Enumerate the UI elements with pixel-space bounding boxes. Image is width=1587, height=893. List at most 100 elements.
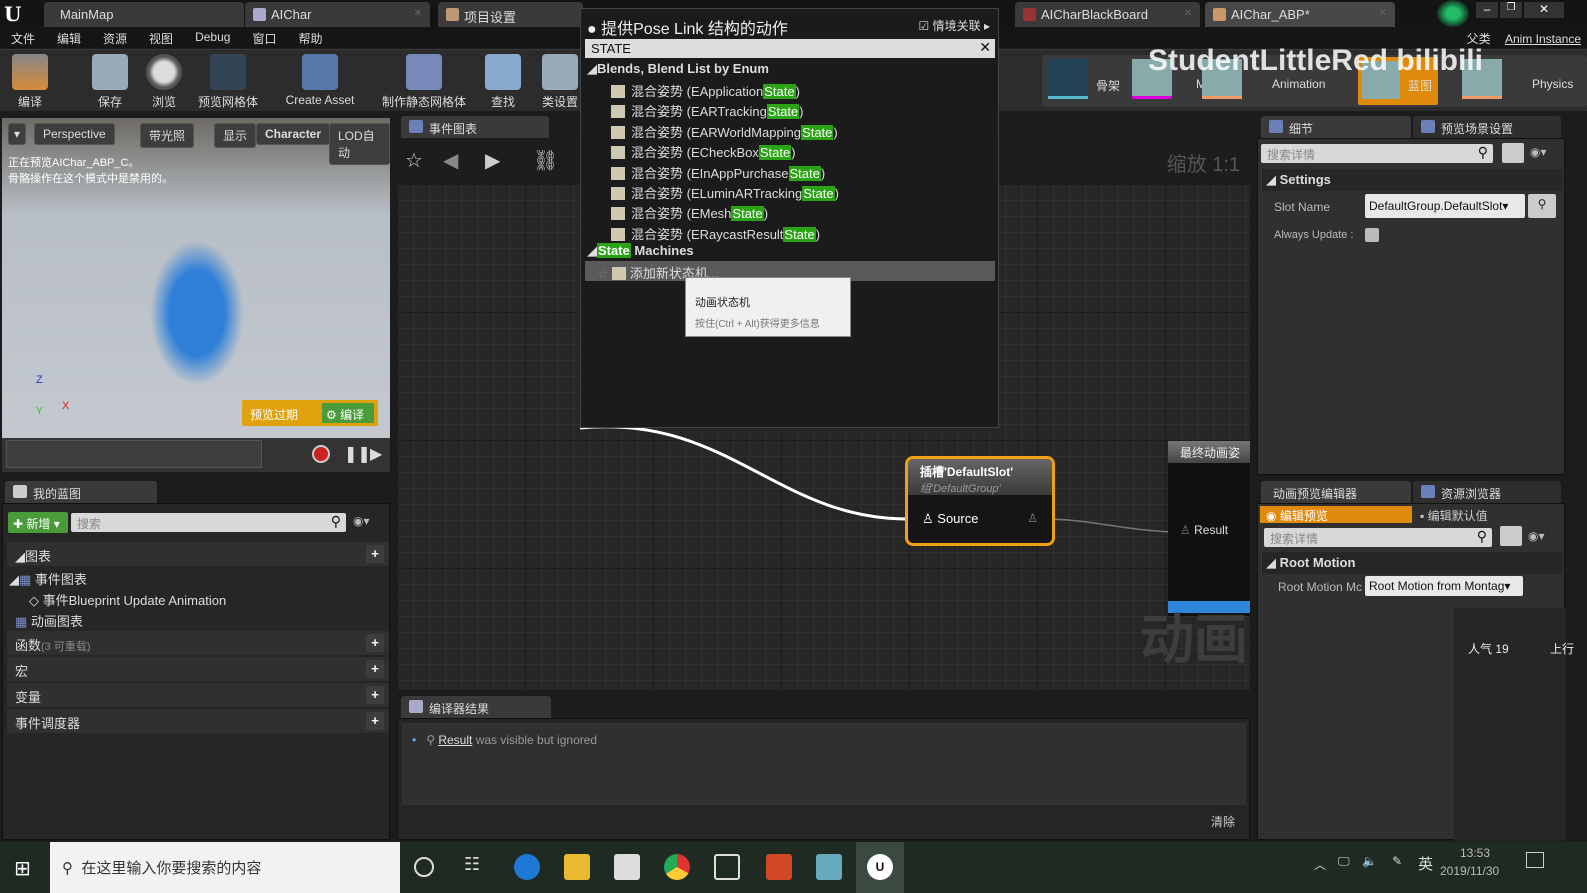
action-item[interactable]: 混合姿势 (ECheckBoxState) <box>611 142 796 162</box>
viewport-compile-button[interactable]: ⚙ 编译 <box>322 403 374 423</box>
powerpoint-icon[interactable] <box>766 854 792 880</box>
start-button[interactable]: ⊞ <box>14 856 31 881</box>
app-icon[interactable] <box>816 854 842 880</box>
my-blueprint-search-input[interactable]: 搜索 <box>71 513 346 532</box>
menu-debug[interactable]: Debug <box>184 27 241 48</box>
menu-asset[interactable]: 资源 <box>92 27 138 48</box>
notifications-icon[interactable] <box>1526 852 1544 868</box>
timeline[interactable] <box>6 440 262 468</box>
forward-arrow-icon[interactable]: ▶ <box>485 148 500 173</box>
section-functions[interactable]: 函数(3 可重载) + <box>7 631 389 655</box>
tree-event-graph[interactable]: ◢▦ 事件图表 <box>9 569 87 588</box>
always-update-checkbox[interactable] <box>1365 228 1379 242</box>
parent-class-link[interactable]: Anim Instance <box>1505 32 1581 46</box>
section-dispatchers[interactable]: 事件调度器 + <box>7 709 389 733</box>
action-item[interactable]: 混合姿势 (ELuminARTrackingState) <box>611 183 839 203</box>
perspective-button[interactable]: Perspective <box>34 123 115 145</box>
root-motion-section[interactable]: ◢ Root Motion <box>1262 552 1562 574</box>
tab-aichar[interactable]: AIChar ✕ <box>245 2 430 27</box>
class-settings-button[interactable]: 类设置 <box>538 54 582 110</box>
browse-button[interactable]: 浏览 <box>142 54 186 110</box>
pen-icon[interactable]: ✎ <box>1392 854 1402 868</box>
find-button[interactable]: 查找 <box>482 54 524 110</box>
action-item[interactable]: 混合姿势 (EMeshState) <box>611 203 768 223</box>
tab-content-browser[interactable]: 资源浏览器 <box>1413 481 1561 503</box>
section-graphs[interactable]: ◢图表 + <box>7 542 389 566</box>
tab-blackboard[interactable]: AICharBlackBoard ✕ <box>1015 2 1200 27</box>
tree-anim-graph[interactable]: ▦ 动画图表 <box>15 611 83 630</box>
category-blends[interactable]: ◢Blends, Blend List by Enum <box>587 61 769 77</box>
context-sensitive-checkbox[interactable]: ☑ 情境关联 ▸ <box>919 17 990 34</box>
unreal-logo[interactable]: U <box>4 2 21 26</box>
add-macro-button[interactable]: + <box>366 660 384 678</box>
close-icon[interactable]: ✕ <box>414 8 422 19</box>
create-asset-button[interactable]: Create Asset <box>282 54 358 107</box>
section-macros[interactable]: 宏 + <box>7 657 389 681</box>
source-pin[interactable]: ♙ Source <box>922 511 978 527</box>
lighting-button[interactable]: 带光照 <box>140 123 195 148</box>
whiteboard-icon[interactable] <box>714 854 740 880</box>
record-button[interactable] <box>312 445 330 463</box>
property-matrix-button[interactable] <box>1502 143 1524 163</box>
clear-button[interactable]: 清除 <box>1211 813 1235 830</box>
category-state-machines[interactable]: ◢State Machines <box>587 243 694 259</box>
tab-details[interactable]: 细节 <box>1261 116 1411 138</box>
viewport-options-dropdown[interactable]: ▾ <box>8 123 27 145</box>
tab-mainmap[interactable]: MainMap <box>44 2 244 27</box>
character-button[interactable]: Character <box>256 123 331 145</box>
favorite-star-icon[interactable]: ☆ <box>405 148 423 173</box>
visibility-eye-icon[interactable]: ◉▾ <box>1528 529 1545 543</box>
taskbar-search-input[interactable]: ⚲ 在这里输入你要搜索的内容 <box>50 842 400 893</box>
action-item[interactable]: 混合姿势 (ERaycastResultState) <box>611 224 820 244</box>
network-icon[interactable]: 🖵 <box>1338 854 1350 869</box>
output-pose-pin-icon[interactable]: ♙ <box>1027 511 1038 525</box>
menu-window[interactable]: 窗口 <box>241 27 287 48</box>
tab-preview-scene-settings[interactable]: 预览场景设置 <box>1413 116 1561 138</box>
action-search-input[interactable]: STATE ✕ <box>585 39 995 58</box>
clock-date[interactable]: 2019/11/30 <box>1440 864 1499 878</box>
anim-preview-search-input[interactable]: 搜索详情 <box>1264 528 1492 547</box>
action-item[interactable]: 混合姿势 (EARTrackingState) <box>611 101 804 121</box>
hierarchy-icon[interactable]: ⛓ <box>533 148 558 173</box>
make-static-mesh-button[interactable]: 制作静态网格体 <box>380 54 468 110</box>
result-pin[interactable]: ♙ Result <box>1180 523 1228 537</box>
task-view-icon[interactable]: ☷ <box>464 854 490 880</box>
clock-time[interactable]: 13:53 <box>1460 846 1490 860</box>
chrome-icon[interactable] <box>664 854 690 880</box>
tab-my-blueprint[interactable]: 我的蓝图 <box>5 481 157 503</box>
add-function-button[interactable]: + <box>366 634 384 652</box>
close-icon[interactable]: ✕ <box>1379 8 1387 19</box>
show-button[interactable]: 显示 <box>214 123 257 148</box>
menu-file[interactable]: 文件 <box>0 27 46 48</box>
action-item[interactable]: 混合姿势 (EARWorldMappingState) <box>611 122 838 142</box>
file-explorer-icon[interactable] <box>564 854 590 880</box>
details-search-input[interactable]: 搜索详情 <box>1261 144 1493 163</box>
source-control-icon[interactable] <box>1437 0 1469 27</box>
action-item[interactable]: 混合姿势 (EApplicationState) <box>611 81 800 101</box>
minimize-button[interactable]: – <box>1476 2 1498 18</box>
edit-preview-toggle[interactable]: ◉ 编辑预览 <box>1260 506 1412 523</box>
ime-indicator[interactable]: 英 <box>1418 853 1433 874</box>
star-icon[interactable]: ☆ <box>597 266 609 281</box>
lod-button[interactable]: LOD自动 <box>329 123 390 165</box>
clear-search-icon[interactable]: ✕ <box>979 39 991 56</box>
preview-expired-badge[interactable]: 预览过期 ⚙ 编译 <box>242 400 378 426</box>
browse-slot-button[interactable]: ⚲ <box>1528 194 1556 218</box>
unreal-taskbar-button[interactable]: U <box>856 842 904 893</box>
store-icon[interactable] <box>614 854 640 880</box>
add-dispatcher-button[interactable]: + <box>366 712 384 730</box>
compile-button[interactable]: 编译 <box>6 54 54 110</box>
add-variable-button[interactable]: + <box>366 686 384 704</box>
volume-icon[interactable]: 🔈 <box>1362 854 1377 868</box>
edit-defaults-toggle[interactable]: ▪ 编辑默认值 <box>1420 507 1488 524</box>
tab-anim-preview-editor[interactable]: 动画预览编辑器 <box>1261 481 1411 503</box>
add-new-button[interactable]: ✚ 新增 ▾ <box>8 512 68 533</box>
preview-mesh-button[interactable]: 预览网格体 <box>195 54 261 110</box>
visibility-eye-icon[interactable]: ◉▾ <box>353 514 370 528</box>
cortana-icon[interactable] <box>414 857 434 877</box>
add-graph-button[interactable]: + <box>366 545 384 563</box>
maximize-button[interactable]: ❐ <box>1500 2 1522 18</box>
property-matrix-button[interactable] <box>1500 526 1522 546</box>
tab-compiler-results[interactable]: 编译器结果 <box>401 696 551 718</box>
section-variables[interactable]: 变量 + <box>7 683 389 707</box>
